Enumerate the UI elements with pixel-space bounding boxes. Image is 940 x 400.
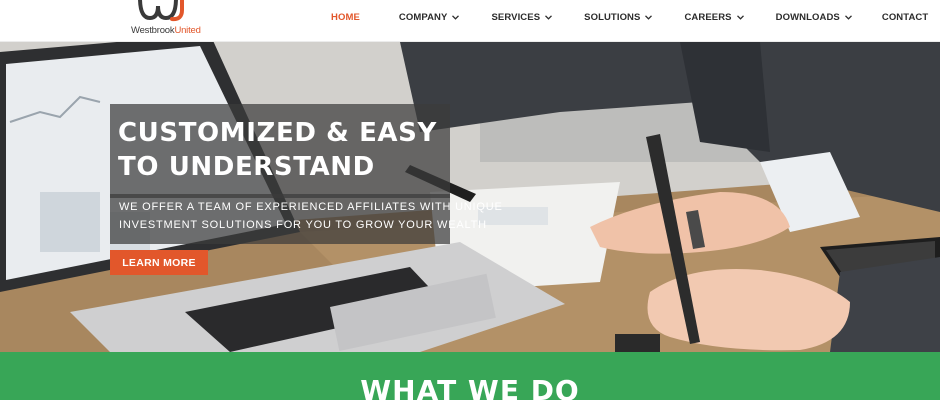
what-we-do-section: WHAT WE DO (0, 352, 940, 400)
chevron-down-icon (844, 14, 852, 20)
nav-item-company[interactable]: COMPANY (399, 0, 460, 34)
chevron-down-icon (452, 14, 460, 20)
chevron-down-icon (545, 14, 553, 20)
hero-banner: CUSTOMIZED & EASY TO UNDERSTAND WE OFFER… (0, 42, 940, 352)
nav-item-downloads[interactable]: DOWNLOADS (776, 0, 852, 34)
nav-item-services[interactable]: SERVICES (491, 0, 553, 34)
hero-title: CUSTOMIZED & EASY TO UNDERSTAND (118, 116, 448, 184)
hero-subtitle-line1: WE OFFER A TEAM OF EXPERIENCED AFFILIATE… (119, 201, 503, 213)
main-nav: HOME COMPANY SERVICES SOLUTIONS CAREERS … (320, 0, 928, 34)
nav-item-label: DOWNLOADS (775, 11, 840, 23)
nav-item-label: CONTACT (881, 11, 929, 23)
nav-item-careers[interactable]: CAREERS (684, 0, 744, 34)
hero-title-line2: TO UNDERSTAND (118, 152, 375, 182)
logo-text-accent: United (174, 25, 201, 36)
nav-item-label: COMPANY (398, 11, 448, 23)
nav-item-home[interactable]: HOME (331, 0, 360, 34)
hero-title-line1: CUSTOMIZED & EASY (118, 118, 437, 148)
nav-item-label: SERVICES (491, 11, 541, 23)
nav-item-label: CAREERS (684, 11, 732, 23)
nav-item-contact[interactable]: CONTACT (882, 0, 928, 34)
nav-item-solutions[interactable]: SOLUTIONS (584, 0, 653, 34)
nav-item-label: HOME (331, 11, 360, 23)
logo-mark-icon (138, 0, 184, 22)
learn-more-button[interactable]: LEARN MORE (110, 250, 208, 275)
hero-subtitle: WE OFFER A TEAM OF EXPERIENCED AFFILIATE… (119, 198, 503, 234)
logo-text-main: Westbrook (131, 25, 175, 36)
nav-item-label: SOLUTIONS (584, 11, 641, 23)
chevron-down-icon (645, 14, 653, 20)
logo-text: WestbrookUnited (131, 25, 201, 36)
site-logo[interactable]: WestbrookUnited (128, 0, 204, 40)
section-title: WHAT WE DO (360, 374, 580, 400)
chevron-down-icon (736, 14, 744, 20)
hero-subtitle-line2: INVESTMENT SOLUTIONS FOR YOU TO GROW YOU… (119, 219, 487, 231)
site-header: WestbrookUnited HOME COMPANY SERVICES SO… (0, 0, 940, 42)
